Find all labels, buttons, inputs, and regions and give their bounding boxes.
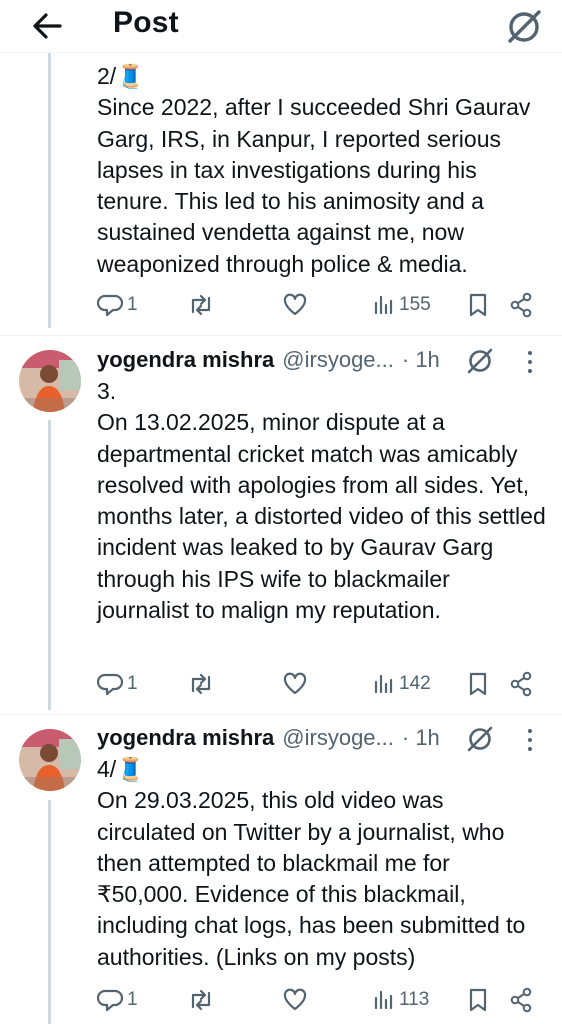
reply-count: 1 (127, 989, 138, 1010)
share-button[interactable] (509, 669, 533, 699)
share-icon (510, 292, 532, 318)
views-button[interactable]: 155 (373, 290, 431, 320)
repost-icon (191, 294, 211, 316)
views-icon (374, 674, 393, 694)
like-button[interactable] (282, 290, 308, 320)
bookmark-button[interactable] (467, 669, 489, 699)
thread-line (48, 800, 51, 1024)
reply-button[interactable]: 1 (97, 985, 138, 1015)
reply-count: 1 (127, 294, 138, 315)
tweet-actions: 1 113 (97, 985, 537, 1015)
reply-icon (97, 294, 123, 317)
bookmark-button[interactable] (467, 985, 489, 1015)
like-button[interactable] (282, 985, 308, 1015)
tweet-actions: 1 155 (97, 290, 537, 320)
tweet-actions: 1 142 (97, 669, 537, 699)
tweet-text: 4/🧵 On 29.03.2025, this old video was ci… (97, 756, 526, 970)
views-count: 142 (399, 673, 431, 694)
share-button[interactable] (509, 290, 533, 320)
views-icon (374, 295, 393, 315)
heart-icon (283, 672, 307, 695)
repost-button[interactable] (187, 290, 215, 320)
tweet-text: 2/🧵 Since 2022, after I succeeded Shri G… (97, 63, 531, 277)
avatar[interactable] (19, 350, 81, 412)
more-vertical-icon[interactable] (522, 726, 538, 754)
tweet-meta: yogendra mishra @irsyoge... · 1h (97, 723, 440, 753)
page-title: Post (113, 6, 179, 39)
thread-line (48, 420, 51, 710)
reply-button[interactable]: 1 (97, 669, 138, 699)
heart-icon (283, 988, 307, 1011)
reply-icon (97, 673, 123, 696)
bookmark-icon (469, 672, 487, 696)
repost-button[interactable] (187, 669, 215, 699)
divider (0, 714, 562, 715)
repost-icon (191, 673, 211, 695)
repost-button[interactable] (187, 985, 215, 1015)
more-vertical-icon[interactable] (522, 348, 538, 376)
tweet-meta: yogendra mishra @irsyoge... · 1h (97, 345, 440, 375)
thread-line (48, 53, 51, 328)
grok-icon[interactable] (466, 347, 494, 375)
author-name[interactable]: yogendra mishra (97, 725, 274, 751)
views-icon (374, 990, 393, 1010)
reply-count: 1 (127, 673, 138, 694)
top-bar: Post (0, 0, 562, 53)
grok-icon[interactable] (466, 725, 494, 753)
share-icon (510, 987, 532, 1013)
like-button[interactable] (282, 669, 308, 699)
bookmark-button[interactable] (467, 290, 489, 320)
repost-icon (191, 989, 211, 1011)
views-count: 155 (399, 294, 431, 315)
bookmark-icon (469, 293, 487, 317)
share-icon (510, 671, 532, 697)
author-name[interactable]: yogendra mishra (97, 347, 274, 373)
tweet-text: 3. On 13.02.2025, minor dispute at a dep… (97, 378, 546, 624)
reply-button[interactable]: 1 (97, 290, 138, 320)
author-handle[interactable]: @irsyoge... (282, 725, 394, 751)
grok-icon[interactable] (505, 8, 543, 46)
views-button[interactable]: 113 (373, 985, 429, 1015)
tweet-time[interactable]: · 1h (402, 725, 440, 751)
bookmark-icon (469, 988, 487, 1012)
views-button[interactable]: 142 (373, 669, 431, 699)
arrow-left-icon[interactable] (30, 10, 64, 42)
divider (0, 335, 562, 336)
author-handle[interactable]: @irsyoge... (282, 347, 394, 373)
views-count: 113 (399, 989, 430, 1010)
avatar[interactable] (19, 729, 81, 791)
share-button[interactable] (509, 985, 533, 1015)
reply-icon (97, 989, 123, 1012)
heart-icon (283, 293, 307, 316)
tweet-time[interactable]: · 1h (402, 347, 440, 373)
